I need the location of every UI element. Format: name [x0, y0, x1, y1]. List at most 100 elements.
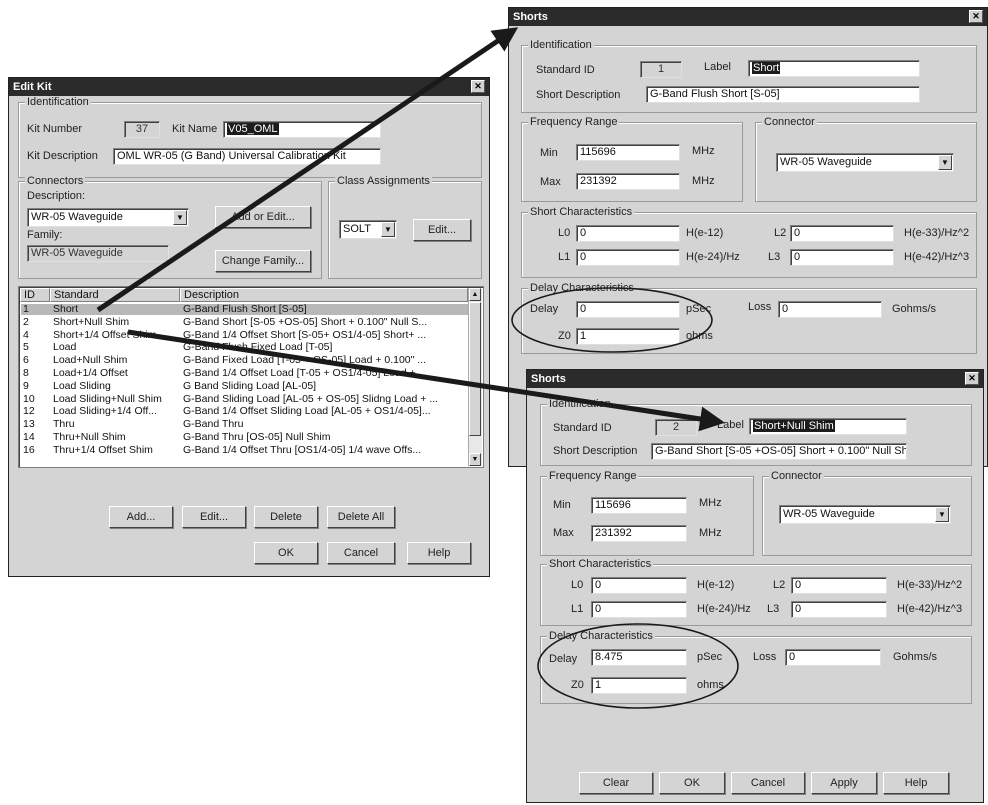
s2-ok-button[interactable]: OK — [659, 772, 725, 794]
s1-max-input[interactable]: 231392 — [576, 173, 680, 190]
table-row[interactable]: 6 Load+Null Shim G-Band Fixed Load [T-05 +… — [21, 355, 469, 366]
class-select[interactable]: SOLT ▼ — [339, 220, 397, 239]
s1-l2-unit: H(e-33)/Hz^2 — [904, 227, 970, 239]
s1-max-label: Max — [540, 176, 561, 188]
table-row[interactable]: 13 Thru G-Band Thru — [21, 419, 469, 430]
s1-l3-label: L3 — [768, 251, 781, 263]
table-row[interactable]: 16 Thru+1/4 Offset Shim G-Band 1/4 Offset … — [21, 445, 469, 456]
s1-l0-input[interactable]: 0 — [576, 225, 680, 242]
add-standard-button[interactable]: Add... — [109, 506, 173, 528]
s1-z0-input[interactable]: 1 — [576, 328, 680, 345]
s2-l2-label: L2 — [773, 579, 786, 591]
table-row[interactable]: 14 Thru+Null Shim G-Band Thru [OS-05] Null… — [21, 432, 469, 443]
s1-l2-input[interactable]: 0 — [790, 225, 894, 242]
shorts-2-title: Shorts — [531, 373, 566, 385]
s1-l0-label: L0 — [558, 227, 571, 239]
edit-kit-titlebar[interactable]: Edit Kit ✕ — [9, 78, 489, 96]
s2-max-input[interactable]: 231392 — [591, 525, 687, 542]
s2-l2-input[interactable]: 0 — [791, 577, 887, 594]
s1-l1-input[interactable]: 0 — [576, 249, 680, 266]
s2-l3-input[interactable]: 0 — [791, 601, 887, 618]
s2-loss-input[interactable]: 0 — [785, 649, 881, 666]
chevron-down-icon[interactable]: ▼ — [938, 155, 952, 170]
s1-short-char-group: Short Characteristics L0 0 H(e-12) L2 0 … — [521, 206, 977, 278]
scroll-up-icon[interactable]: ▲ — [469, 288, 481, 301]
s1-min-input[interactable]: 115696 — [576, 144, 680, 161]
table-row[interactable]: 5 Load G-Band Flush Fixed Load [T-05] — [21, 342, 469, 353]
cell-id: 13 — [23, 419, 35, 431]
s1-connector-value: WR-05 Waveguide — [780, 156, 872, 168]
s1-l3-input[interactable]: 0 — [790, 249, 894, 266]
table-row[interactable]: 12 Load Sliding+1/4 Off... G-Band 1/4 Offs… — [21, 406, 469, 417]
close-icon[interactable]: ✕ — [471, 80, 485, 93]
kit-description-input[interactable]: OML WR-05 (G Band) Universal Calibration… — [113, 148, 381, 165]
column-header-description[interactable]: Description — [180, 288, 468, 302]
edit-standard-button[interactable]: Edit... — [182, 506, 246, 528]
kit-number-label: Kit Number — [27, 123, 83, 135]
delete-all-button[interactable]: Delete All — [327, 506, 395, 528]
cell-id: 10 — [23, 393, 35, 405]
add-or-edit-button[interactable]: Add or Edit... — [215, 206, 311, 228]
scroll-thumb[interactable] — [469, 302, 481, 436]
connector-description-select[interactable]: WR-05 Waveguide ▼ — [27, 208, 189, 227]
apply-button[interactable]: Apply — [811, 772, 877, 794]
chevron-down-icon[interactable]: ▼ — [173, 210, 187, 225]
ok-button[interactable]: OK — [254, 542, 318, 564]
table-row[interactable]: 8 Load+1/4 Offset G-Band 1/4 Offset Load [… — [21, 368, 469, 379]
clear-button[interactable]: Clear — [579, 772, 653, 794]
s2-connector-group: Connector WR-05 Waveguide ▼ — [762, 470, 972, 556]
table-row[interactable]: 10 Load Sliding+Null Shim G-Band Sliding L… — [21, 394, 469, 405]
cancel-button[interactable]: Cancel — [327, 542, 395, 564]
s1-min-unit: MHz — [692, 145, 715, 157]
cell-standard: Load — [53, 342, 77, 354]
s2-connector-select[interactable]: WR-05 Waveguide ▼ — [779, 505, 951, 524]
s1-delay-input[interactable]: 0 — [576, 301, 680, 318]
table-row[interactable]: 2 Short+Null Shim G-Band Short [S-05 +OS-0… — [21, 317, 469, 328]
s1-delay-unit: pSec — [686, 303, 712, 315]
close-icon[interactable]: ✕ — [965, 372, 979, 385]
s1-l0-unit: H(e-12) — [686, 227, 724, 239]
kit-name-input[interactable]: V05_OML — [223, 121, 381, 138]
column-header-standard[interactable]: Standard — [50, 288, 180, 302]
s2-label-input[interactable]: Short+Null Shim — [749, 418, 907, 435]
help-button[interactable]: Help — [407, 542, 471, 564]
class-edit-button[interactable]: Edit... — [413, 219, 471, 241]
shorts-2-titlebar[interactable]: Shorts ✕ — [527, 370, 983, 388]
s2-min-unit: MHz — [699, 497, 722, 509]
s2-z0-input[interactable]: 1 — [591, 677, 687, 694]
s2-short-description-input[interactable]: G-Band Short [S-05 +OS-05] Short + 0.100… — [651, 443, 907, 460]
cell-id: 12 — [23, 406, 35, 418]
cell-id: 9 — [23, 380, 29, 392]
s1-connector-select[interactable]: WR-05 Waveguide ▼ — [776, 153, 954, 172]
cell-description: G-Band 1/4 Offset Sliding Load [AL-05 + … — [183, 406, 431, 418]
s2-help-button[interactable]: Help — [883, 772, 949, 794]
s1-standard-id-field: 1 — [640, 61, 682, 78]
close-icon[interactable]: ✕ — [969, 10, 983, 23]
s2-delay-input[interactable]: 8.475 — [591, 649, 687, 666]
cell-standard: Thru — [53, 419, 75, 431]
s1-max-unit: MHz — [692, 175, 715, 187]
scroll-down-icon[interactable]: ▼ — [469, 453, 481, 466]
change-family-button[interactable]: Change Family... — [215, 250, 311, 272]
s1-loss-input[interactable]: 0 — [778, 301, 882, 318]
table-row[interactable]: 1 Short G-Band Flush Short [S-05] — [21, 304, 469, 315]
s2-z0-unit: ohms — [697, 679, 724, 691]
list-scrollbar[interactable]: ▲ ▼ — [468, 288, 482, 466]
chevron-down-icon[interactable]: ▼ — [935, 507, 949, 522]
s2-l0-input[interactable]: 0 — [591, 577, 687, 594]
table-row[interactable]: 4 Short+1/4 Offset Shim G-Band 1/4 Offset … — [21, 330, 469, 341]
s1-delay-group: Delay Characteristics Delay 0 pSec Loss … — [521, 282, 977, 354]
chevron-down-icon[interactable]: ▼ — [381, 222, 395, 237]
shorts-1-titlebar[interactable]: Shorts ✕ — [509, 8, 987, 26]
table-row[interactable]: 9 Load Sliding G Band Sliding Load [AL-05] — [21, 381, 469, 392]
s2-cancel-button[interactable]: Cancel — [731, 772, 805, 794]
standards-list[interactable]: ID Standard Description 1 Short G-Band Flu… — [18, 286, 484, 468]
column-header-id[interactable]: ID — [20, 288, 50, 302]
delete-standard-button[interactable]: Delete — [254, 506, 318, 528]
s2-min-input[interactable]: 115696 — [591, 497, 687, 514]
s2-l3-label: L3 — [767, 603, 780, 615]
s2-l1-input[interactable]: 0 — [591, 601, 687, 618]
s2-delay-label: Delay — [549, 653, 578, 665]
s1-label-input[interactable]: Short — [748, 60, 920, 77]
s1-short-description-input[interactable]: G-Band Flush Short [S-05] — [646, 86, 920, 103]
